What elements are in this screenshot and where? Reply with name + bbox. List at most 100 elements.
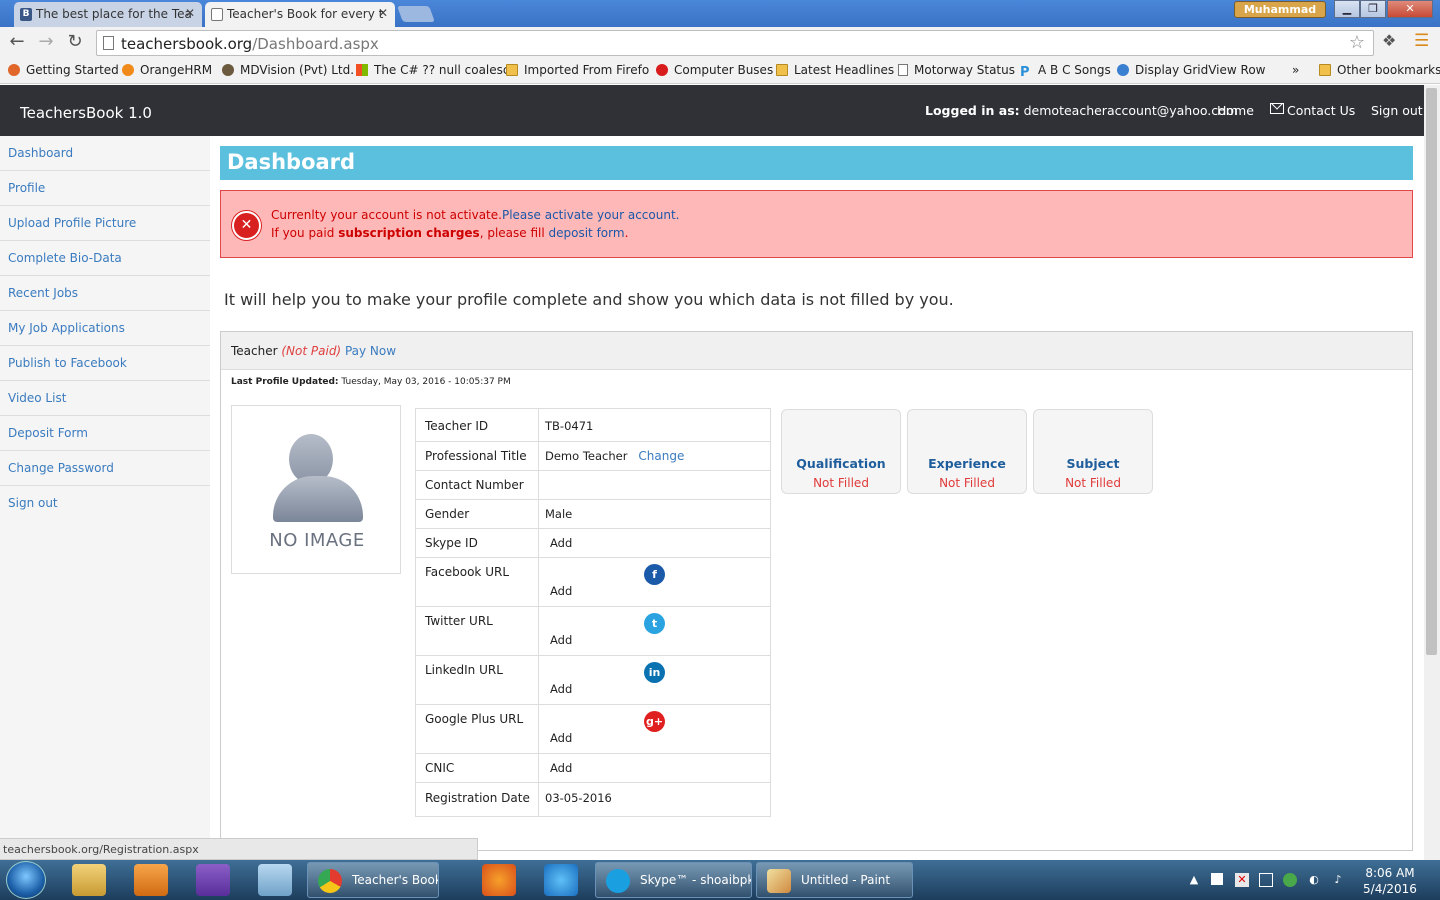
bookmark-item[interactable]: OrangeHRM [122,63,212,77]
close-tab-icon[interactable]: ✕ [378,6,388,20]
add-linkedin-link[interactable]: Add [550,682,572,696]
nav-contact-us[interactable]: Contact Us [1270,103,1355,118]
bookmark-folder[interactable]: Imported From Firefo [506,63,649,77]
bookmarks-overflow-icon[interactable]: » [1292,63,1299,77]
add-twitter-link[interactable]: Add [550,633,572,647]
bookmark-item[interactable]: Display GridView Row [1117,63,1265,77]
add-google-plus-link[interactable]: Add [550,731,572,745]
table-row: Registration Date 03-05-2016 [416,783,770,816]
sidebar-item-video-list[interactable]: Video List [0,381,210,416]
close-window-icon[interactable]: ✕ [1387,0,1433,18]
scrollbar-thumb[interactable] [1426,88,1437,655]
bookmark-star-icon[interactable]: ☆ [1349,32,1365,53]
taskbar-skype-task[interactable]: Skype™ - shoaibpk [595,862,752,898]
skype-icon [606,869,630,893]
last-updated-value: Tuesday, May 03, 2016 - 10:05:37 PM [341,377,511,387]
bookmark-item[interactable]: Motorway Status [898,63,1015,77]
bookmark-item[interactable]: Computer Buses [656,63,773,77]
visual-studio-icon[interactable] [196,864,230,896]
help-text: It will help you to make your profile co… [224,290,954,309]
browser-tab-2[interactable]: Teacher's Book for every t ✕ [205,2,395,27]
volume-icon[interactable]: ♪ [1331,873,1345,887]
bookmark-item[interactable]: The C# ?? null coalesc [356,63,510,77]
sidebar-item-complete-bio-data[interactable]: Complete Bio-Data [0,241,210,276]
bookmark-folder[interactable]: Latest Headlines [776,63,894,77]
show-hidden-icons[interactable]: ▲ [1187,873,1201,887]
file-explorer-icon[interactable] [72,864,106,896]
dropbox-extension-icon[interactable]: ❖ [1382,31,1396,50]
sidebar-item-dashboard[interactable]: Dashboard [0,136,210,171]
bookmark-item[interactable]: MDVision (Pvt) Ltd. [222,63,354,77]
sidebar-item-recent-jobs[interactable]: Recent Jobs [0,276,210,311]
tab-title: Teacher's Book for every t [227,7,384,21]
page-title-bar: Dashboard [220,146,1413,180]
panel-header: Teacher (Not Paid) Pay Now [221,332,1412,370]
row-label: CNIC [425,761,455,775]
notepad-icon[interactable] [258,864,292,896]
address-bar[interactable]: teachersbook.org/Dashboard.aspx ☆ [96,30,1374,56]
subscription-charges-text: subscription charges [338,226,480,240]
profile-panel: Teacher (Not Paid) Pay Now Last Profile … [220,331,1413,851]
profile-photo-placeholder[interactable]: NO IMAGE [231,405,401,574]
firefox-icon[interactable] [482,864,516,896]
minimize-icon[interactable]: ▁ [1334,0,1360,18]
qualification-card[interactable]: Qualification Not Filled [781,409,901,494]
row-label: Twitter URL [425,614,493,628]
bookmark-item[interactable]: Getting Started [8,63,119,77]
profile-user-badge[interactable]: Muhammad [1234,1,1326,18]
new-tab-button[interactable] [397,6,435,22]
sidebar-item-upload-profile-picture[interactable]: Upload Profile Picture [0,206,210,241]
back-icon[interactable]: ← [6,31,28,53]
media-player-icon[interactable] [134,864,168,896]
browser-tab-1[interactable]: B The best place for the Tea ✕ [14,2,202,27]
bookmark-label: Display GridView Row [1135,63,1266,77]
network-icon[interactable]: ◐ [1307,873,1321,887]
sidebar: Dashboard Profile Upload Profile Picture… [0,136,210,848]
add-skype-link[interactable]: Add [550,536,572,550]
bookmark-label: Computer Buses [674,63,774,77]
add-facebook-link[interactable]: Add [550,584,572,598]
action-center-icon[interactable]: ✕ [1235,873,1249,887]
registration-date-value: 03-05-2016 [545,791,612,805]
windows-tray-icon[interactable] [1211,873,1223,885]
sidebar-item-profile[interactable]: Profile [0,171,210,206]
site-brand[interactable]: TeachersBook 1.0 [20,104,152,122]
card-title: Subject [1066,456,1120,471]
add-cnic-link[interactable]: Add [550,761,572,775]
browser-tab-bar: B The best place for the Tea ✕ Teacher's… [0,0,1440,27]
taskbar-chrome-task[interactable]: Teacher's Book fo... [307,862,439,898]
alert-line-1: Currenlty your account is not activate.P… [271,208,679,222]
nav-home[interactable]: Home [1217,103,1254,118]
sidebar-item-sign-out[interactable]: Sign out [0,486,210,521]
alert-text: Currenlty your account is not activate. [271,208,502,222]
change-title-link[interactable]: Change [638,449,684,463]
sidebar-item-change-password[interactable]: Change Password [0,451,210,486]
device-tray-icon[interactable] [1259,873,1273,887]
reload-icon[interactable]: ↻ [64,31,86,53]
close-tab-icon[interactable]: ✕ [185,6,195,20]
sidebar-item-deposit-form[interactable]: Deposit Form [0,416,210,451]
experience-card[interactable]: Experience Not Filled [907,409,1027,494]
sidebar-item-publish-to-facebook[interactable]: Publish to Facebook [0,346,210,381]
other-bookmarks-folder[interactable]: Other bookmarks [1319,63,1440,77]
subject-card[interactable]: Subject Not Filled [1033,409,1153,494]
pay-now-link[interactable]: Pay Now [345,344,396,358]
bookmark-label: Other bookmarks [1337,63,1440,77]
sidebar-item-my-job-applications[interactable]: My Job Applications [0,311,210,346]
system-clock[interactable]: 8:06 AM 5/4/2016 [1360,865,1420,897]
internet-explorer-icon[interactable] [544,864,578,896]
maximize-icon[interactable]: ❐ [1360,0,1386,18]
role-label: Teacher [231,344,278,358]
start-button[interactable] [6,861,46,899]
taskbar-paint-task[interactable]: Untitled - Paint [756,862,913,898]
row-label: Gender [425,507,470,521]
nav-sign-out[interactable]: Sign out [1371,103,1423,118]
bookmark-item[interactable]: P A B C Songs [1020,63,1111,79]
deposit-form-link[interactable]: deposit form [549,226,625,240]
forward-icon[interactable]: → [35,31,57,53]
menu-icon[interactable]: ☰ [1414,31,1429,51]
table-row: Contact Number [416,471,770,500]
linkedin-icon: in [644,662,665,683]
app-tray-icon[interactable] [1283,873,1297,887]
activate-account-link[interactable]: Please activate your account. [502,208,680,222]
